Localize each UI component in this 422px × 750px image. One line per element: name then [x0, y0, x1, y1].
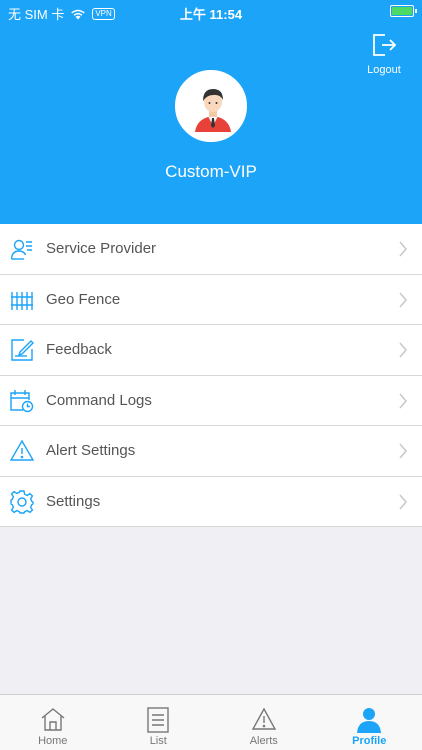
- chevron-right-icon: [399, 292, 407, 307]
- alert-icon: [251, 707, 276, 730]
- tab-profile[interactable]: Profile: [317, 695, 422, 750]
- fence-icon: [11, 291, 33, 310]
- tab-label: Profile: [352, 735, 387, 747]
- profile-header: Logout Custom-VIP: [0, 0, 422, 224]
- logout-button[interactable]: Logout: [354, 32, 414, 76]
- menu-item-command-logs[interactable]: Command Logs: [0, 376, 422, 426]
- battery-icon: [390, 5, 417, 17]
- calendar-clock-icon: [10, 389, 34, 412]
- menu-item-feedback[interactable]: Feedback: [0, 325, 422, 376]
- tab-home[interactable]: Home: [0, 695, 106, 750]
- home-icon: [41, 708, 65, 731]
- profile-icon: [357, 708, 382, 733]
- person-avatar-icon: [179, 74, 245, 140]
- chevron-right-icon: [399, 393, 407, 408]
- logout-icon: [373, 34, 397, 56]
- menu-item-geo-fence[interactable]: Geo Fence: [0, 275, 422, 325]
- profile-menu: Service Provider Geo Fence Feedback Comm…: [0, 224, 422, 527]
- tab-label: Home: [38, 735, 68, 747]
- menu-item-label: Geo Fence: [46, 290, 121, 308]
- status-bar: 无 SIM 卡 VPN 上午 11:54: [0, 0, 422, 24]
- chevron-right-icon: [399, 241, 407, 257]
- menu-item-service-provider[interactable]: Service Provider: [0, 224, 422, 275]
- username: Custom-VIP: [165, 162, 257, 181]
- list-icon: [147, 707, 169, 733]
- tab-list[interactable]: List: [106, 695, 212, 750]
- feedback-icon: [11, 339, 34, 361]
- menu-item-settings[interactable]: Settings: [0, 477, 422, 527]
- tab-alerts[interactable]: Alerts: [211, 695, 317, 750]
- gear-icon: [10, 489, 34, 514]
- tab-label: List: [149, 735, 167, 747]
- menu-item-label: Service Provider: [46, 240, 157, 257]
- chevron-right-icon: [399, 342, 407, 358]
- warning-icon: [10, 439, 34, 461]
- tab-label: Alerts: [249, 735, 278, 747]
- menu-item-label: Command Logs: [46, 391, 152, 409]
- tab-bar: Home List Alerts Profile: [0, 694, 422, 750]
- menu-item-label: Feedback: [46, 341, 112, 358]
- status-time: 上午 11:54: [179, 7, 243, 22]
- menu-item-label: Settings: [46, 492, 101, 510]
- user-id-icon: [10, 239, 32, 260]
- chevron-right-icon: [399, 443, 407, 459]
- menu-item-label: Alert Settings: [46, 442, 136, 459]
- menu-item-alert-settings[interactable]: Alert Settings: [0, 426, 422, 477]
- avatar[interactable]: [175, 70, 247, 142]
- logout-label: Logout: [367, 64, 401, 76]
- chevron-right-icon: [399, 494, 407, 509]
